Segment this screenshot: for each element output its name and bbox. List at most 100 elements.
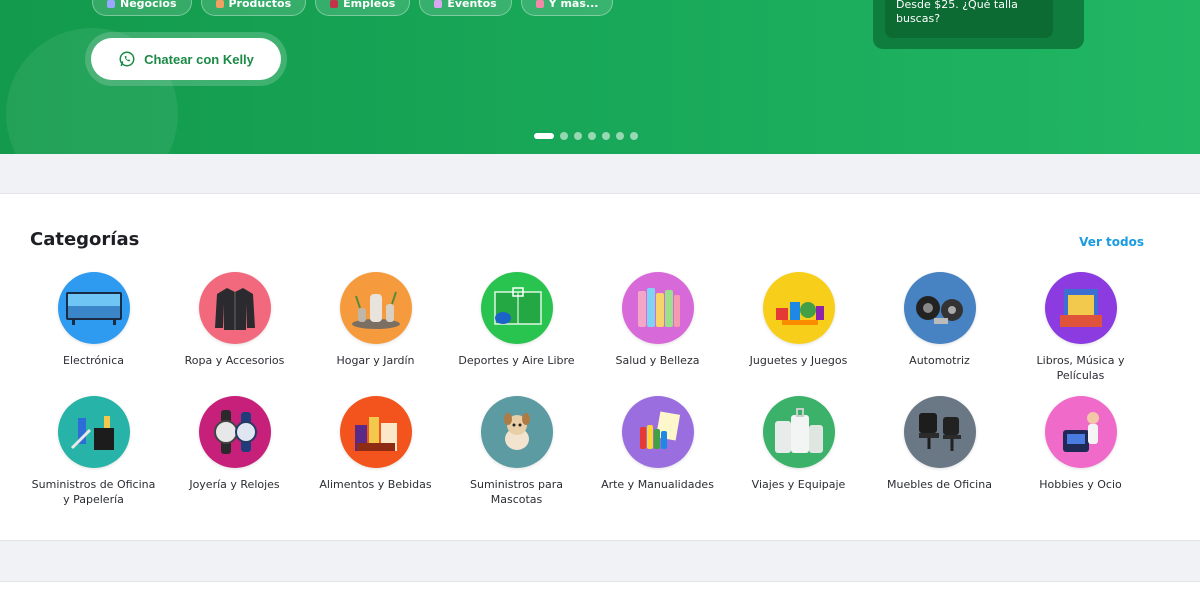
pill-productos[interactable]: Productos [200,0,307,16]
quick-filter-pills: Negocios Productos Empleos Eventos Y más… [92,0,614,16]
category-image [903,272,976,344]
car-parts-icon [915,296,963,324]
category-label: Muebles de Oficina [887,478,992,491]
category-image [480,272,553,344]
category-hogar[interactable]: Hogar y Jardín [305,272,446,387]
category-label: Alimentos y Bebidas [319,478,432,491]
category-viajes[interactable]: Viajes y Equipaje [728,396,869,511]
category-label: Hobbies y Ocio [1039,478,1122,491]
categories-grid: Electrónica Ropa y Accesorios Hogar y Ja… [23,272,1150,511]
art-icon [639,411,680,449]
category-image [903,396,976,468]
category-mascotas[interactable]: Suministros para Mascotas [446,396,587,511]
categories-section: Categorías Ver todos Electrónica Ropa y … [0,193,1200,541]
category-label: Automotriz [909,354,970,367]
category-label: Libros, Música y Películas [1036,354,1125,382]
carousel-dot-4[interactable] [588,132,596,140]
category-label: Arte y Manualidades [601,478,714,491]
category-image [198,396,271,468]
calendar-icon [434,0,443,8]
category-juguetes[interactable]: Juguetes y Juegos [728,272,869,387]
category-image [339,396,412,468]
category-electronica[interactable]: Electrónica [23,272,164,387]
office-chair-icon [918,413,961,451]
categories-title: Categorías [30,229,140,250]
category-hobbies[interactable]: Hobbies y Ocio [1010,396,1151,511]
tv-icon [65,292,122,325]
category-ropa[interactable]: Ropa y Accesorios [164,272,305,387]
category-image [339,272,412,344]
category-label: Ropa y Accesorios [184,354,285,367]
carousel-dot-3[interactable] [574,132,582,140]
carousel-dot-5[interactable] [602,132,610,140]
carousel-dots [534,132,638,140]
category-label: Viajes y Equipaje [751,478,846,491]
category-alimentos[interactable]: Alimentos y Bebidas [305,396,446,511]
chat-button-label: Chatear con Kelly [144,51,254,67]
pill-eventos[interactable]: Eventos [419,0,512,16]
carousel-dot-7[interactable] [630,132,638,140]
pill-label: Y más... [548,0,599,10]
category-deportes[interactable]: Deportes y Aire Libre [446,272,587,387]
category-image [57,272,130,344]
category-label: Electrónica [63,354,124,367]
pill-label: Negocios [120,0,177,10]
hobby-icon [1062,412,1099,452]
category-automotriz[interactable]: Automotriz [869,272,1010,387]
category-label: Suministros para Mascotas [469,478,564,506]
category-libros[interactable]: Libros, Música y Películas [1010,272,1151,387]
more-icon [535,0,544,8]
category-muebles[interactable]: Muebles de Oficina [869,396,1010,511]
pill-more[interactable]: Y más... [520,0,614,16]
books-icon [1059,289,1102,327]
next-section-edge [0,581,1200,600]
office-supplies-icon [70,416,114,450]
category-label: Joyería y Relojes [189,478,280,491]
luggage-icon [774,408,823,453]
category-label: Deportes y Aire Libre [458,354,575,367]
see-all-link[interactable]: Ver todos [1079,235,1144,249]
category-image [762,396,835,468]
badge-icon [330,0,339,8]
briefcase-icon [107,0,115,8]
category-image [621,396,694,468]
pill-negocios[interactable]: Negocios [92,0,192,16]
category-image [762,272,835,344]
category-salud[interactable]: Salud y Belleza [587,272,728,387]
pill-label: Productos [228,0,292,10]
promo-card[interactable]: Desde $25. ¿Qué talla buscas? [885,0,1053,38]
watch-icon [213,410,257,454]
pet-icon [503,413,530,450]
hero-banner: Negocios Productos Empleos Eventos Y más… [0,0,1200,154]
category-image [1044,396,1117,468]
whatsapp-icon [119,51,135,67]
category-image [1044,272,1117,344]
category-label: Juguetes y Juegos [749,354,848,367]
carousel-dot-1[interactable] [534,133,554,139]
toys-icon [775,302,824,325]
category-label: Salud y Belleza [615,354,700,367]
category-image [480,396,553,468]
cosmetics-icon [637,288,680,327]
pill-label: Empleos [343,0,396,10]
category-label: Hogar y Jardín [336,354,415,367]
pill-label: Eventos [447,0,497,10]
carousel-dot-6[interactable] [616,132,624,140]
box-icon [215,0,224,8]
food-icon [354,417,397,451]
promo-text: Desde $25. ¿Qué talla buscas? [896,0,1018,25]
category-image [621,272,694,344]
category-arte[interactable]: Arte y Manualidades [587,396,728,511]
category-label: Suministros de Oficina y Papelería [31,478,156,506]
category-oficina[interactable]: Suministros de Oficina y Papelería [23,396,164,511]
category-image [198,272,271,344]
category-image [57,396,130,468]
home-decor-icon [351,291,400,329]
category-joyeria[interactable]: Joyería y Relojes [164,396,305,511]
chat-button-wrapper: Chatear con Kelly [85,32,287,86]
carousel-dot-2[interactable] [560,132,568,140]
pill-empleos[interactable]: Empleos [315,0,411,16]
chat-with-kelly-button[interactable]: Chatear con Kelly [91,38,281,80]
jacket-icon [214,288,255,330]
soccer-field-icon [493,287,542,325]
